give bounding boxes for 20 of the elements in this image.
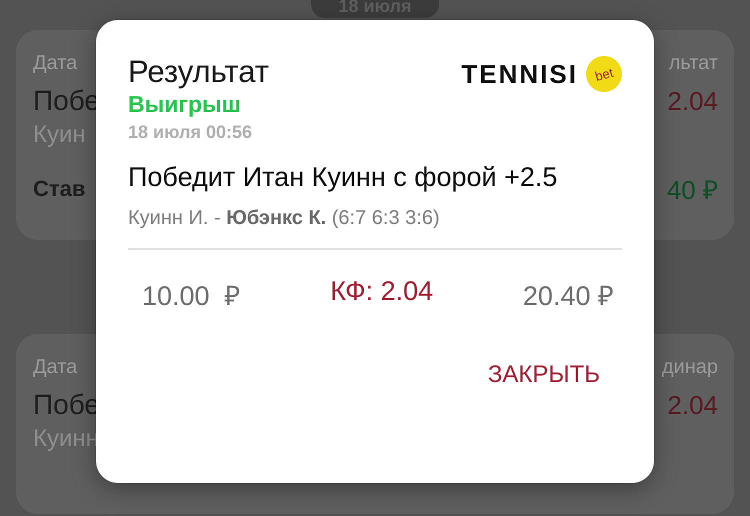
- card-text: Побе: [33, 85, 100, 117]
- card-value: льтат: [668, 52, 718, 75]
- match-info: Куинн И. - Юбэнкс К. (6:7 6:3 3:6): [128, 207, 441, 230]
- card-text: Став: [33, 176, 86, 202]
- stake-amount: 10.00 ₽: [142, 280, 241, 313]
- card-text: Дата: [33, 356, 78, 379]
- bet-datetime: 18 июля 00:56: [128, 122, 253, 143]
- card-value: динар: [662, 356, 718, 379]
- card-value: 40 ₽: [666, 174, 718, 207]
- close-button[interactable]: ЗАКРЫТЬ: [480, 357, 622, 393]
- card-text: Дата: [33, 52, 78, 75]
- result-status: Выигрыш: [128, 92, 242, 116]
- card-value: 2.04: [667, 390, 718, 420]
- card-value: 2.04: [667, 86, 718, 116]
- logo-text: TENNISI: [461, 58, 578, 90]
- odds-value: КФ: 2.04: [330, 276, 434, 308]
- dialog-title: Результат: [128, 54, 269, 90]
- bet-title: Победит Итан Куинн с форой +2.5: [128, 161, 558, 194]
- payout-amount: 20.40 ₽: [522, 280, 614, 313]
- card-text: Побе: [33, 389, 100, 421]
